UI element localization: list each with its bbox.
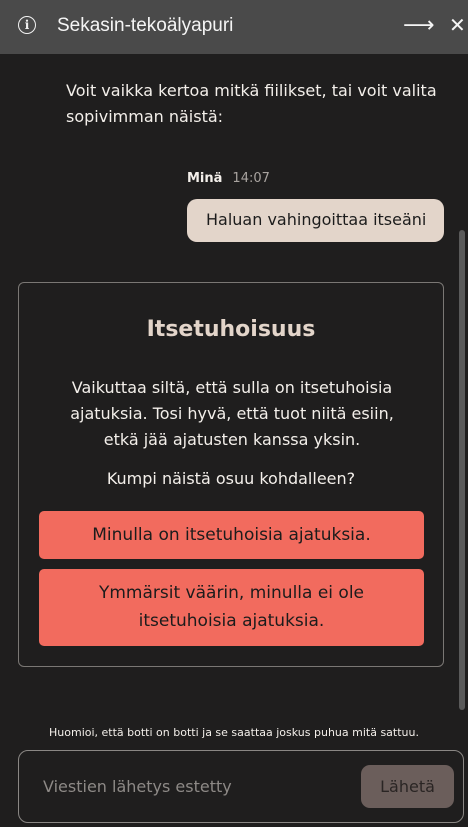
option-button-yes[interactable]: Minulla on itsetuhoisia ajatuksia. bbox=[39, 511, 424, 559]
card-question: Kumpi näistä osuu kohdalleen? bbox=[106, 469, 356, 488]
user-name: Minä bbox=[187, 171, 223, 186]
card-body: Vaikuttaa siltä, että sulla on itsetuhoi… bbox=[70, 378, 394, 449]
message-time: 14:07 bbox=[232, 171, 270, 186]
message-input[interactable]: Viestien lähetys estetty bbox=[43, 777, 232, 796]
chat-header: i Sekasin-tekoälyapuri ⟶ ✕ bbox=[0, 0, 468, 54]
card-title: Itsetuhoisuus bbox=[146, 317, 316, 342]
close-icon[interactable]: ✕ bbox=[449, 13, 466, 37]
option-button-no[interactable]: Ymmärsit väärin, minulla ei ole itsetuho… bbox=[39, 569, 424, 646]
user-message-meta: Minä 14:07 bbox=[187, 171, 270, 186]
message-composer: Viestien lähetys estetty Lähetä bbox=[18, 750, 464, 823]
bot-disclaimer: Huomioi, että botti on botti ja se saatt… bbox=[49, 726, 419, 739]
send-button[interactable]: Lähetä bbox=[361, 765, 454, 808]
info-icon[interactable]: i bbox=[18, 16, 36, 34]
scrollbar[interactable] bbox=[459, 230, 465, 710]
user-message-bubble: Haluan vahingoittaa itseäni bbox=[187, 199, 444, 242]
suggestion-card: Itsetuhoisuus Vaikuttaa siltä, että sull… bbox=[18, 282, 444, 667]
arrow-right-icon[interactable]: ⟶ bbox=[403, 13, 435, 38]
bot-message: Voit vaikka kertoa mitkä fiilikset, tai … bbox=[66, 81, 437, 126]
chat-title: Sekasin-tekoälyapuri bbox=[57, 15, 234, 36]
